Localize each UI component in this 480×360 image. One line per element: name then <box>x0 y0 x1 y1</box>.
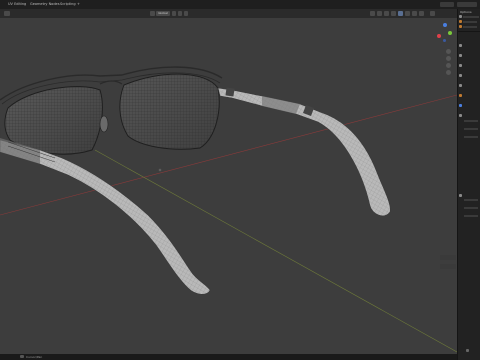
tab-uv-editing[interactable]: UV Editing <box>6 1 28 8</box>
right-temple-arm <box>217 87 391 217</box>
viewport-widget-2[interactable] <box>440 264 456 269</box>
viewport-nav-buttons <box>446 49 452 79</box>
3d-viewport[interactable] <box>0 18 457 354</box>
properties-data-icon[interactable] <box>459 194 462 197</box>
list-item[interactable] <box>463 26 477 28</box>
outliner-header: Options <box>460 10 472 14</box>
panel-divider <box>458 31 480 32</box>
zoom-icon[interactable] <box>446 49 451 54</box>
viewport-widget[interactable] <box>440 255 456 260</box>
properties-material-icon[interactable] <box>459 114 462 117</box>
navigation-gizmo[interactable] <box>434 21 456 47</box>
workspace-tab-bar: UV Editing Geometry Nodes Scripting + <box>0 0 480 9</box>
y-axis-line <box>94 149 457 353</box>
properties-row[interactable] <box>464 199 478 201</box>
outliner-panel: Options <box>457 9 480 360</box>
view-layer-selector[interactable] <box>457 2 477 7</box>
properties-modifier-icon[interactable] <box>459 104 462 107</box>
editor-type-button[interactable] <box>4 11 10 16</box>
viewport-header: Global <box>0 9 457 18</box>
properties-world-icon[interactable] <box>459 84 462 87</box>
properties-row[interactable] <box>464 120 478 122</box>
gizmo-neg-z[interactable] <box>443 39 446 42</box>
scene-selector[interactable] <box>440 2 454 7</box>
status-hint-text: Cursor/Pan <box>26 355 43 359</box>
transform-orientation-icon[interactable] <box>150 11 155 16</box>
pivot-icon[interactable] <box>172 11 176 16</box>
pan-icon[interactable] <box>446 56 451 61</box>
perspective-icon[interactable] <box>446 70 451 75</box>
xray-toggle-icon[interactable] <box>391 11 396 16</box>
sidebar-toggle-icon[interactable] <box>430 11 435 16</box>
object-icon[interactable] <box>459 20 462 23</box>
nose-pad <box>99 115 109 133</box>
properties-tool-icon[interactable] <box>459 44 462 47</box>
properties-row[interactable] <box>464 207 478 209</box>
transform-orientation-dropdown[interactable]: Global <box>156 11 170 16</box>
left-temple-arm <box>0 128 211 295</box>
overlay-toggle-icon[interactable] <box>384 11 389 16</box>
collection-icon[interactable] <box>459 15 462 18</box>
mouse-icon <box>20 355 24 358</box>
list-item[interactable] <box>463 21 477 23</box>
status-bar: Cursor/Pan <box>0 354 457 360</box>
properties-footer-icon[interactable] <box>466 349 469 352</box>
properties-object-icon[interactable] <box>459 94 462 97</box>
gizmo-x-axis[interactable] <box>437 34 441 38</box>
add-workspace-button[interactable]: + <box>75 1 82 8</box>
list-item[interactable] <box>463 16 479 18</box>
right-lens <box>119 73 220 150</box>
properties-scene-icon[interactable] <box>459 74 462 77</box>
object-icon[interactable] <box>459 25 462 28</box>
shading-options-icon[interactable] <box>419 11 424 16</box>
properties-render-icon[interactable] <box>459 54 462 57</box>
shading-rendered-icon[interactable] <box>412 11 417 16</box>
proportional-edit-icon[interactable] <box>184 11 188 16</box>
gizmo-toggle-icon[interactable] <box>377 11 382 16</box>
properties-row[interactable] <box>464 215 478 217</box>
tab-geometry-nodes[interactable]: Geometry Nodes <box>28 1 62 8</box>
gizmo-y-axis[interactable] <box>448 31 452 35</box>
properties-output-icon[interactable] <box>459 64 462 67</box>
properties-row[interactable] <box>464 128 478 130</box>
shading-solid-icon[interactable] <box>398 11 403 16</box>
gizmo-z-axis[interactable] <box>443 23 447 27</box>
camera-icon[interactable] <box>446 63 451 68</box>
shading-material-icon[interactable] <box>405 11 410 16</box>
snap-icon[interactable] <box>178 11 182 16</box>
visibility-icon[interactable] <box>370 11 375 16</box>
viewport-canvas <box>0 66 457 353</box>
3d-cursor <box>158 168 162 172</box>
properties-row[interactable] <box>464 136 478 138</box>
